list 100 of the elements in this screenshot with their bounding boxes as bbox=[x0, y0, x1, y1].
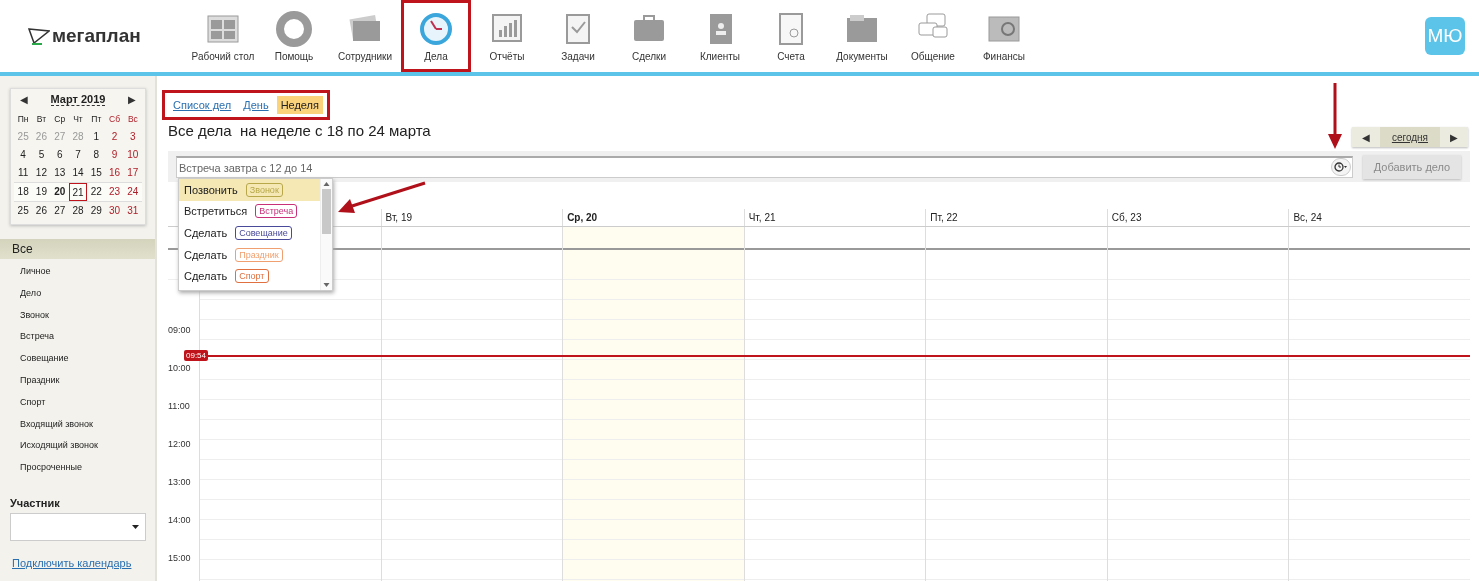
quick-add-field[interactable]: Встреча завтра с 12 до 14 bbox=[176, 156, 1353, 178]
nav-tab[interactable]: Клиенты bbox=[685, 0, 755, 72]
calendar-day[interactable]: 25 bbox=[14, 202, 33, 220]
day-header: Вс, 24 bbox=[1288, 209, 1470, 226]
calendar-day[interactable]: 21 bbox=[68, 183, 88, 201]
calendar-day[interactable]: 24 bbox=[123, 183, 142, 201]
calendar-day[interactable]: 8 bbox=[87, 146, 106, 164]
next-week-button[interactable]: ▶ bbox=[1440, 127, 1468, 147]
day-header: Вт, 19 bbox=[380, 209, 563, 226]
hour-label: 09:00 bbox=[168, 325, 191, 335]
calendar-day[interactable]: 10 bbox=[123, 146, 142, 164]
scrollbar[interactable] bbox=[320, 179, 332, 290]
suggestion-item[interactable]: Встретиться Встреча bbox=[179, 200, 320, 223]
connect-calendar-link[interactable]: Подключить календарь bbox=[12, 556, 155, 569]
nav-tab[interactable]: Документы bbox=[827, 0, 897, 72]
weekday-label: Сб bbox=[108, 113, 122, 126]
calendar-day[interactable]: 17 bbox=[123, 164, 142, 182]
calendar-day[interactable]: 16 bbox=[105, 164, 124, 182]
calendar-day[interactable]: 2 bbox=[105, 128, 124, 146]
suggestion-item[interactable]: Сделать Совещание bbox=[179, 222, 320, 244]
scroll-down-arrow-icon[interactable] bbox=[323, 280, 330, 290]
nav-tab[interactable]: Сотрудники bbox=[330, 0, 400, 72]
calendar-day[interactable]: 6 bbox=[50, 146, 69, 164]
calendar-day[interactable]: 14 bbox=[68, 164, 88, 182]
hour-label: 14:00 bbox=[168, 515, 191, 525]
calendar-day[interactable]: 27 bbox=[50, 202, 69, 220]
hour-label: 10:00 bbox=[168, 363, 191, 373]
suggestion-item[interactable]: Сделать Праздник bbox=[179, 243, 320, 266]
filter-item[interactable]: Дело bbox=[0, 282, 155, 305]
calendar-day[interactable]: 23 bbox=[105, 183, 124, 201]
filter-item[interactable]: Встреча bbox=[0, 326, 155, 349]
view-tab[interactable]: День bbox=[239, 96, 273, 114]
calendar-day[interactable]: 12 bbox=[32, 164, 51, 182]
calendar-day[interactable]: 28 bbox=[68, 202, 88, 220]
hour-label: 12:00 bbox=[168, 439, 191, 449]
nav-tab[interactable]: Задачи bbox=[543, 0, 613, 72]
participant-label: Участник bbox=[10, 496, 61, 509]
hour-label: 15:00 bbox=[168, 553, 191, 563]
filter-item[interactable]: Совещание bbox=[0, 348, 155, 370]
nav-tab[interactable]: Сделки bbox=[614, 0, 684, 72]
filter-item[interactable]: Просроченные bbox=[0, 457, 155, 479]
view-tab[interactable]: Неделя bbox=[276, 96, 323, 114]
weekday-label: Чт bbox=[72, 113, 84, 126]
scroll-up-arrow-icon[interactable] bbox=[323, 179, 330, 189]
nav-tab[interactable]: Отчёты bbox=[472, 0, 542, 72]
dropdown-caret-icon bbox=[132, 524, 139, 529]
weekday-label: Ср bbox=[53, 113, 67, 126]
page-title: Все дела на неделе с 18 по 24 марта bbox=[168, 122, 431, 139]
calendar-day[interactable]: 19 bbox=[32, 183, 51, 201]
calendar-day[interactable]: 3 bbox=[123, 128, 142, 146]
calendar-day[interactable]: 30 bbox=[105, 202, 124, 220]
logo[interactable]: мегаплан bbox=[0, 25, 178, 47]
month-title[interactable]: Март 2019 bbox=[50, 93, 106, 106]
calendar-day[interactable]: 9 bbox=[105, 146, 124, 164]
day-header: Пт, 22 bbox=[925, 209, 1107, 226]
filter-item[interactable]: Все bbox=[0, 239, 155, 259]
calendar-day[interactable]: 18 bbox=[14, 183, 33, 201]
nav-tab[interactable]: Рабочий стол bbox=[188, 0, 258, 72]
logo-text: мегаплан bbox=[52, 25, 141, 47]
day-header: Ср, 20 bbox=[562, 209, 744, 226]
nav-tab[interactable]: Финансы bbox=[969, 0, 1039, 72]
nav-tab[interactable]: Счета bbox=[756, 0, 826, 72]
nav-tab[interactable]: Общение bbox=[898, 0, 968, 72]
calendar-day[interactable]: 29 bbox=[87, 202, 106, 220]
prev-week-button[interactable]: ◀ bbox=[1351, 127, 1380, 147]
calendar-day[interactable]: 26 bbox=[32, 202, 51, 220]
calendar-day[interactable]: 22 bbox=[87, 183, 106, 201]
calendar-day[interactable]: 31 bbox=[123, 202, 142, 220]
nav-tab[interactable]: Дела bbox=[401, 0, 471, 72]
weekday-label: Вт bbox=[35, 113, 48, 126]
view-tab[interactable]: Список дел bbox=[169, 96, 236, 114]
lifebuoy-icon bbox=[276, 10, 312, 47]
calendar-day[interactable]: 4 bbox=[14, 146, 33, 164]
calendar-day[interactable]: 7 bbox=[68, 146, 88, 164]
hour-label: 13:00 bbox=[168, 477, 191, 487]
filter-item[interactable]: Исходящий звонок bbox=[0, 435, 155, 458]
day-header: Чт, 21 bbox=[743, 209, 926, 226]
calendar-day[interactable]: 11 bbox=[14, 164, 33, 182]
nav-tab[interactable]: Помощь bbox=[259, 0, 329, 72]
filter-item[interactable]: Звонок bbox=[0, 304, 155, 327]
current-time-badge: 09:54 bbox=[184, 350, 209, 361]
filter-item[interactable]: Праздник bbox=[0, 370, 155, 392]
weekday-label: Пт bbox=[90, 113, 103, 126]
day-header: Сб, 23 bbox=[1106, 209, 1289, 226]
paper-plane-icon bbox=[28, 27, 50, 45]
filter-item[interactable]: Входящий звонок bbox=[0, 413, 155, 436]
today-button[interactable]: сегодня bbox=[1379, 127, 1440, 147]
calendar-day[interactable]: 20 bbox=[50, 183, 69, 201]
filter-item[interactable]: Личное bbox=[0, 261, 155, 283]
next-month-button[interactable]: ▶ bbox=[128, 94, 136, 105]
suggestion-item[interactable]: Позвонить Звонок bbox=[179, 179, 320, 201]
calendar-day[interactable]: 5 bbox=[32, 146, 51, 164]
weekday-label: Пн bbox=[16, 113, 30, 126]
filter-item[interactable]: Спорт bbox=[0, 391, 155, 414]
prev-month-button[interactable]: ◀ bbox=[20, 94, 28, 105]
suggestion-item[interactable]: Сделать Спорт bbox=[179, 265, 320, 287]
calendar-day[interactable]: 15 bbox=[87, 164, 106, 182]
calendar-day[interactable]: 1 bbox=[87, 128, 106, 146]
calendar-day[interactable]: 13 bbox=[50, 164, 69, 182]
hour-label: 11:00 bbox=[168, 401, 190, 411]
